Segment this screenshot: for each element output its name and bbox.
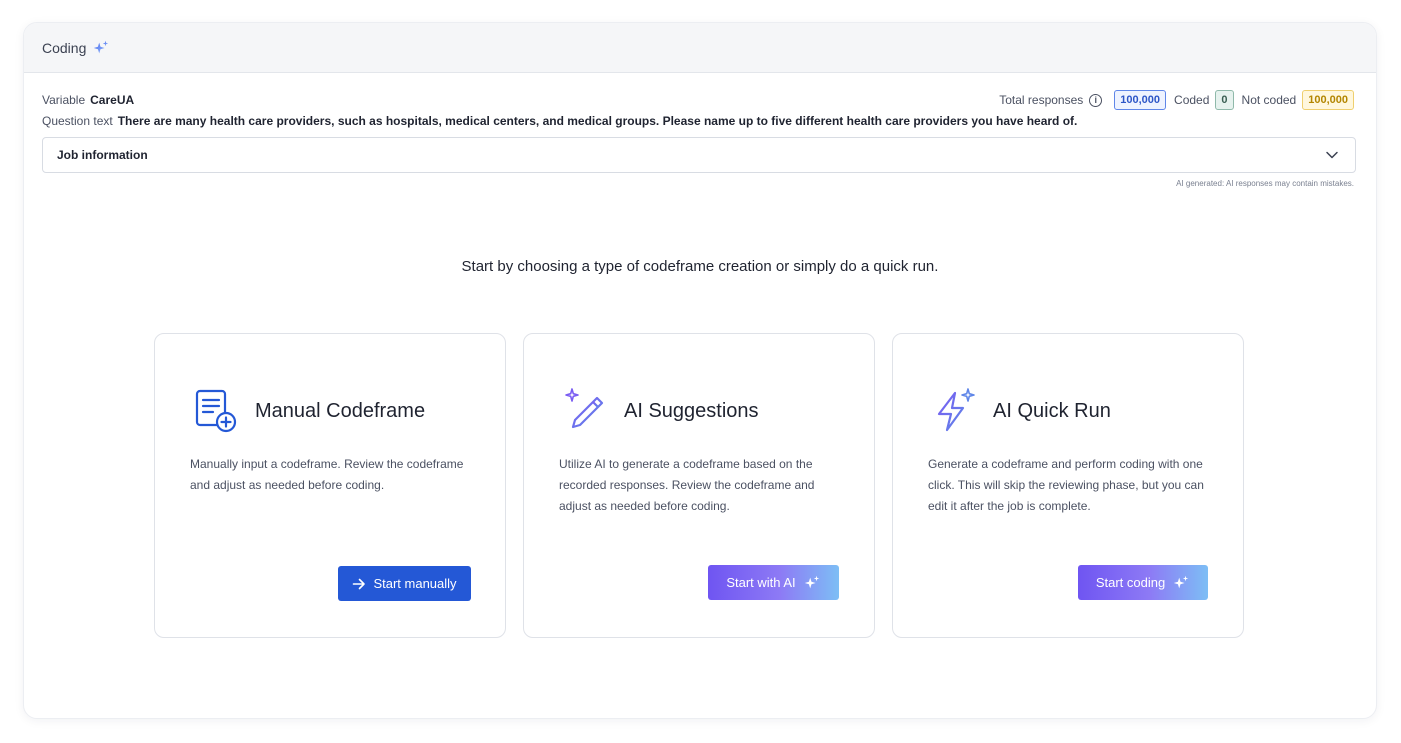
- card-title: AI Suggestions: [624, 399, 759, 422]
- start-coding-button[interactable]: Start coding: [1078, 565, 1208, 600]
- variable-label: Variable: [42, 93, 86, 107]
- question-value: There are many health care providers, su…: [117, 114, 1078, 128]
- sparkle-icon: [94, 40, 109, 53]
- card-description: Utilize AI to generate a codeframe based…: [559, 457, 815, 513]
- document-plus-icon: [195, 389, 237, 433]
- card-ai-quick-run: AI Quick Run Generate a codeframe and pe…: [892, 333, 1244, 638]
- chevron-down-icon: [1326, 151, 1338, 159]
- start-coding-label: Start coding: [1095, 575, 1166, 590]
- instruction-text: Start by choosing a type of codeframe cr…: [461, 258, 939, 275]
- not-coded-badge: 100,000: [1302, 90, 1354, 110]
- job-information-label: Job information: [57, 148, 148, 162]
- not-coded-label: Not coded: [1241, 93, 1297, 107]
- info-icon[interactable]: i: [1089, 93, 1103, 107]
- pencil-sparkle-icon: [565, 388, 604, 429]
- card-title: Manual Codeframe: [255, 399, 426, 422]
- card-description: Generate a codeframe and perform coding …: [928, 457, 1204, 513]
- arrow-right-icon: [353, 578, 366, 589]
- coding-panel: Coding Variable CareUA Total responses i…: [23, 22, 1377, 719]
- ai-disclaimer: AI generated: AI responses may contain m…: [1176, 179, 1354, 188]
- card-manual-codeframe: Manual Codeframe Manually input a codefr…: [154, 333, 506, 638]
- sparkle-icon: [804, 575, 819, 588]
- job-information-dropdown[interactable]: Job information: [42, 137, 1356, 173]
- sparkle-icon: [1173, 575, 1189, 588]
- coded-label: Coded: [1174, 93, 1210, 107]
- panel-title: Coding: [42, 39, 87, 56]
- response-stats: Total responses i 100,000 Coded 0 Not co…: [999, 90, 1354, 110]
- question-label: Question text: [42, 114, 113, 128]
- card-description: Manually input a codeframe. Review the c…: [190, 457, 464, 492]
- total-responses-label: Total responses: [999, 93, 1084, 107]
- question-meta: Variable CareUA Total responses i 100,00…: [42, 89, 1354, 131]
- start-manually-label: Start manually: [373, 576, 457, 591]
- total-responses-badge: 100,000: [1114, 90, 1167, 110]
- variable-value: CareUA: [90, 93, 135, 107]
- start-with-ai-button[interactable]: Start with AI: [708, 565, 839, 600]
- lightning-sparkle-icon: [937, 388, 975, 432]
- panel-header: Coding: [24, 23, 1376, 73]
- card-title: AI Quick Run: [993, 399, 1111, 422]
- coded-badge: 0: [1215, 90, 1234, 110]
- start-with-ai-label: Start with AI: [726, 575, 796, 590]
- start-manually-button[interactable]: Start manually: [338, 566, 471, 601]
- card-ai-suggestions: AI Suggestions Utilize AI to generate a …: [523, 333, 875, 638]
